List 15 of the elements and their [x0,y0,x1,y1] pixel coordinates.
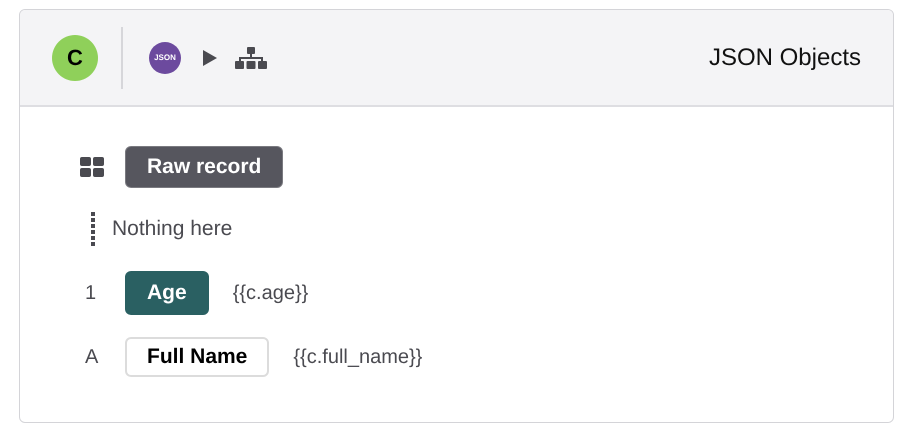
logo-badge: JSON [149,42,181,74]
grid-icon [80,157,104,177]
template-expression: {{c.full_name}} [293,345,422,370]
object-tag: Raw record [125,146,284,188]
dotted-line-icon [91,212,95,246]
play-icon [203,50,217,66]
template-expression: {{c.age}} [232,281,308,306]
text-type-marker: A [84,345,98,370]
field-tag: Full Name [125,337,270,377]
avatar: C [52,34,98,80]
field-tag: Age [125,271,209,315]
empty-message: Nothing here [112,216,232,242]
number-type-marker: 1 [84,281,96,306]
panel-title: JSON Objects [708,42,861,72]
hierarchy-icon [235,46,267,68]
